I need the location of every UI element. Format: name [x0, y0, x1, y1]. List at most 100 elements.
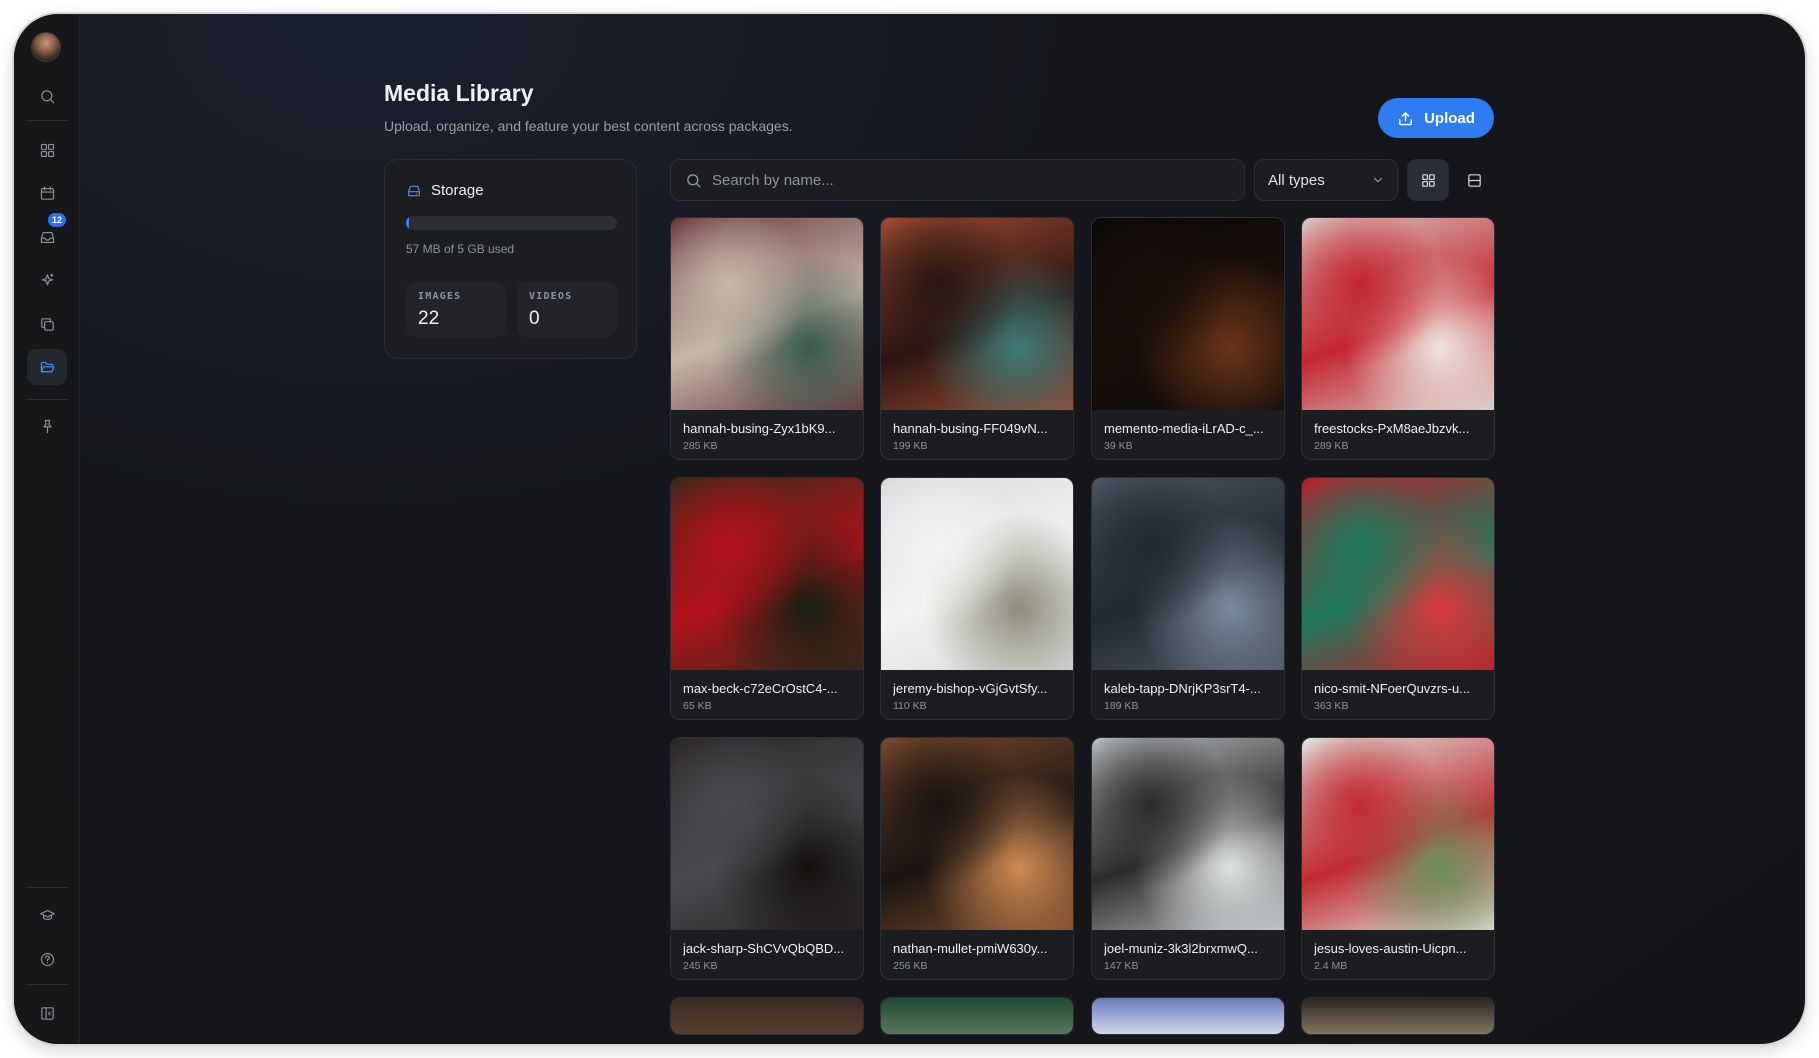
- sidebar-toggle-icon: [40, 1006, 54, 1020]
- media-thumbnail: [671, 738, 863, 930]
- media-card[interactable]: hannah-busing-Zyx1bK9... 285 KB: [670, 217, 864, 460]
- media-size: 289 KB: [1314, 440, 1349, 452]
- media-card[interactable]: [670, 997, 864, 1035]
- graduation-cap-icon: [39, 909, 55, 920]
- sidebar-item-search[interactable]: [27, 78, 67, 114]
- images-stat: IMAGES 22: [406, 281, 506, 337]
- storage-progress-fill: [406, 216, 409, 230]
- media-size: 245 KB: [683, 960, 718, 972]
- media-card[interactable]: jesus-loves-austin-Uicpn... 2.4 MB: [1301, 737, 1495, 980]
- media-name: freestocks-PxM8aeJbzvk...: [1314, 421, 1470, 436]
- dashboard-icon: [40, 143, 54, 157]
- folder-icon: [40, 361, 54, 372]
- media-card[interactable]: jeremy-bishop-vGjGvtSfy... 110 KB: [880, 477, 1074, 720]
- media-thumbnail: [1092, 738, 1284, 930]
- calendar-icon: [40, 186, 54, 200]
- search-icon: [687, 173, 701, 188]
- search-input[interactable]: [712, 171, 1212, 189]
- app-window: 12 Media Library Upload, organize, and f…: [14, 14, 1805, 1044]
- media-card[interactable]: memento-media-iLrAD-c_... 39 KB: [1091, 217, 1285, 460]
- media-thumbnail: [671, 478, 863, 670]
- media-name: joel-muniz-3k3l2brxmwQ...: [1104, 941, 1258, 956]
- media-card[interactable]: nico-smit-NFoerQuvzrs-u... 363 KB: [1301, 477, 1495, 720]
- sidebar-item-calendar[interactable]: [27, 175, 67, 211]
- videos-count: 0: [529, 308, 540, 329]
- sidebar-divider: [26, 984, 68, 985]
- media-name: hannah-busing-Zyx1bK9...: [683, 421, 836, 436]
- media-thumbnail: [1302, 218, 1494, 410]
- sidebar-item-inbox[interactable]: 12: [27, 213, 67, 255]
- pin-icon: [42, 419, 52, 433]
- media-card[interactable]: [880, 997, 1074, 1035]
- type-filter-select[interactable]: All types: [1254, 159, 1398, 201]
- search-box: [670, 159, 1245, 201]
- sparkles-icon: [41, 273, 53, 285]
- media-name: memento-media-iLrAD-c_...: [1104, 421, 1264, 436]
- media-card[interactable]: nathan-mullet-pmiW630y... 256 KB: [880, 737, 1074, 980]
- media-thumbnail: [881, 738, 1073, 930]
- sidebar-item-pin[interactable]: [27, 408, 67, 444]
- media-name: kaleb-tapp-DNrjKP3srT4-...: [1104, 681, 1261, 696]
- media-card[interactable]: joel-muniz-3k3l2brxmwQ... 147 KB: [1091, 737, 1285, 980]
- sidebar-item-collapse[interactable]: [27, 995, 67, 1031]
- media-size: 285 KB: [683, 440, 718, 452]
- media-size: 363 KB: [1314, 700, 1349, 712]
- chevron-down-icon: [1373, 177, 1383, 183]
- search-icon: [40, 89, 54, 103]
- copy-icon: [40, 317, 54, 331]
- list-view-button[interactable]: [1453, 159, 1495, 201]
- media-thumbnail: [881, 478, 1073, 670]
- sidebar-divider: [26, 120, 68, 121]
- media-size: 189 KB: [1104, 700, 1139, 712]
- help-icon: [40, 952, 54, 966]
- media-name: nathan-mullet-pmiW630y...: [893, 941, 1048, 956]
- media-card[interactable]: max-beck-c72eCrOstC4-... 65 KB: [670, 477, 864, 720]
- media-thumbnail: [671, 218, 863, 410]
- images-label: IMAGES: [418, 291, 462, 302]
- sidebar-item-help[interactable]: [27, 941, 67, 977]
- grid-view-icon: [1421, 173, 1435, 187]
- hard-drive-icon: [408, 185, 420, 196]
- media-card[interactable]: hannah-busing-FF049vN... 199 KB: [880, 217, 1074, 460]
- sidebar-item-dashboard[interactable]: [27, 132, 67, 168]
- sidebar-item-learn[interactable]: [27, 897, 67, 933]
- media-card[interactable]: [1301, 997, 1495, 1035]
- media-thumbnail: [1302, 478, 1494, 670]
- list-view-icon: [1467, 173, 1481, 187]
- media-thumbnail: [1092, 998, 1284, 1034]
- images-count: 22: [418, 308, 440, 329]
- media-name: jesus-loves-austin-Uicpn...: [1314, 941, 1467, 956]
- media-size: 256 KB: [893, 960, 928, 972]
- page-subtitle: Upload, organize, and feature your best …: [384, 118, 793, 134]
- sidebar: 12: [14, 14, 80, 1044]
- media-thumbnail: [1302, 738, 1494, 930]
- media-card[interactable]: kaleb-tapp-DNrjKP3srT4-... 189 KB: [1091, 477, 1285, 720]
- sidebar-item-copy[interactable]: [27, 306, 67, 342]
- upload-button-label: Upload: [1424, 109, 1475, 127]
- sidebar-divider: [26, 887, 68, 888]
- grid-view-button[interactable]: [1407, 159, 1449, 201]
- media-size: 39 KB: [1104, 440, 1133, 452]
- media-size: 2.4 MB: [1314, 960, 1348, 972]
- videos-label: VIDEOS: [529, 291, 573, 302]
- media-card[interactable]: [1091, 997, 1285, 1035]
- media-card[interactable]: jack-sharp-ShCVvQbQBD... 245 KB: [670, 737, 864, 980]
- upload-button[interactable]: Upload: [1378, 98, 1494, 138]
- media-thumbnail: [671, 998, 863, 1034]
- media-size: 110 KB: [893, 700, 927, 712]
- media-thumbnail: [881, 998, 1073, 1034]
- page-title: Media Library: [384, 80, 534, 106]
- media-name: max-beck-c72eCrOstC4-...: [683, 681, 838, 696]
- media-size: 199 KB: [893, 440, 928, 452]
- media-thumbnail: [1092, 478, 1284, 670]
- media-name: hannah-busing-FF049vN...: [893, 421, 1048, 436]
- sidebar-item-sparkles[interactable]: [27, 262, 67, 298]
- media-card[interactable]: freestocks-PxM8aeJbzvk... 289 KB: [1301, 217, 1495, 460]
- storage-title: Storage: [431, 182, 484, 199]
- media-thumbnail: [881, 218, 1073, 410]
- sidebar-item-media[interactable]: [27, 349, 67, 385]
- videos-stat: VIDEOS 0: [517, 281, 617, 337]
- avatar[interactable]: [31, 32, 61, 62]
- media-name: jack-sharp-ShCVvQbQBD...: [683, 941, 845, 956]
- storage-progress-bar: [406, 216, 617, 230]
